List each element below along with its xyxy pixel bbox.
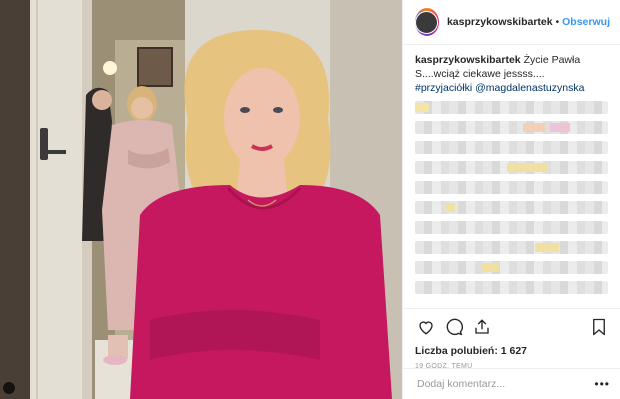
likes-count[interactable]: Liczba polubień: 1 627: [415, 345, 610, 357]
bookmark-icon[interactable]: [588, 316, 610, 338]
username-link[interactable]: kasprzykowskibartek: [447, 16, 553, 28]
photo-illustration: [0, 0, 402, 399]
separator-dot: •: [555, 16, 560, 28]
blurred-comment: [415, 201, 608, 214]
user-tag-icon[interactable]: [3, 382, 15, 394]
heart-icon[interactable]: [415, 316, 437, 338]
avatar[interactable]: [415, 8, 439, 36]
post-sidebar: kasprzykowskibartek • Obserwuj kasprzyko…: [402, 0, 620, 399]
action-icons: [415, 315, 610, 339]
blurred-comment: [415, 261, 608, 274]
caption-username[interactable]: kasprzykowskibartek: [415, 54, 521, 66]
caption-tags[interactable]: #przyjaciółki @magdalenastuzynska: [415, 82, 584, 94]
blurred-comment: [415, 281, 608, 294]
post-photo[interactable]: [0, 0, 402, 399]
post-actions: Liczba polubień: 1 627 19 GODZ. TEMU: [403, 308, 620, 370]
comment-icon[interactable]: [443, 316, 465, 338]
blurred-comment: [415, 101, 608, 114]
caption: kasprzykowskibartek Życie Pawła S....wci…: [403, 45, 620, 95]
comment-bar: •••: [403, 368, 620, 399]
blurred-comment: [415, 161, 608, 174]
blurred-comment: [415, 181, 608, 194]
comment-input[interactable]: [415, 377, 595, 391]
blurred-comment: [415, 121, 608, 134]
share-icon[interactable]: [471, 316, 493, 338]
avatar-image: [415, 10, 439, 34]
instagram-post: kasprzykowskibartek • Obserwuj kasprzyko…: [0, 0, 620, 399]
post-header: kasprzykowskibartek • Obserwuj: [403, 0, 620, 45]
blurred-comment: [415, 241, 608, 254]
more-icon[interactable]: •••: [594, 377, 610, 391]
blurred-comment: [415, 141, 608, 154]
blurred-comment: [415, 221, 608, 234]
follow-button[interactable]: Obserwuj: [562, 16, 610, 28]
